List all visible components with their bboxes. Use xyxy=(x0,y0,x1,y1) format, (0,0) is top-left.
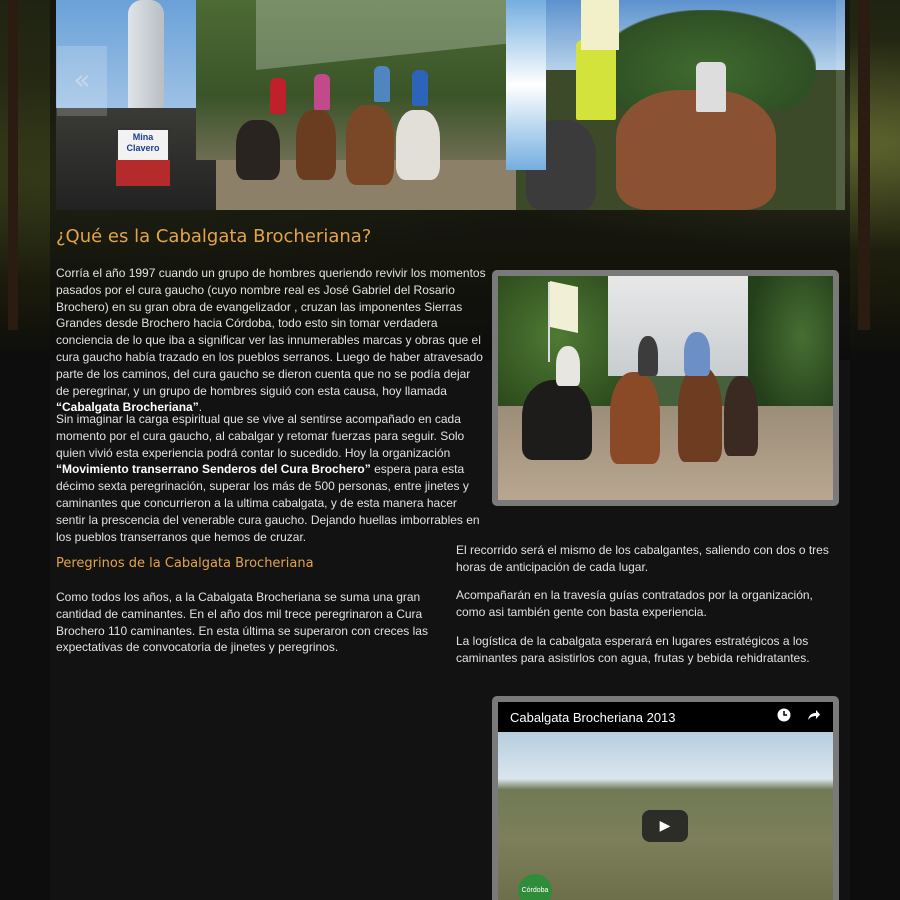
horse xyxy=(346,105,394,185)
video-title[interactable]: Cabalgata Brocheriana 2013 xyxy=(510,710,676,725)
horse xyxy=(396,110,440,180)
intro-paragraph-1: Corría el año 1997 cuando un grupo de ho… xyxy=(56,265,486,416)
intro-bold-2: “Movimiento transerrano Senderos del Cur… xyxy=(56,462,371,477)
sign-text: Mina Clavero xyxy=(126,132,160,153)
video-embed[interactable]: Cabalgata Brocheriana 2013 ▶ Córdoba xyxy=(492,696,839,900)
rider xyxy=(684,332,710,376)
cabalgata-photo xyxy=(492,270,839,506)
horse xyxy=(724,376,758,456)
clock-icon[interactable] xyxy=(777,708,795,725)
horse xyxy=(610,372,660,464)
play-icon[interactable]: ▶ xyxy=(642,810,688,842)
papal-flag xyxy=(581,0,619,50)
rider xyxy=(696,62,726,112)
slider-prev-arrow[interactable]: « xyxy=(57,46,107,116)
rider xyxy=(314,74,330,110)
horse xyxy=(236,120,280,180)
slider-next-area[interactable] xyxy=(836,0,845,210)
video-controls xyxy=(765,708,821,725)
cordoba-logo: Córdoba xyxy=(518,874,552,900)
rider xyxy=(556,346,580,386)
intro-paragraph-2: Sin imaginar la carga espiritual que se … xyxy=(56,411,486,545)
intro-text-1: Corría el año 1997 cuando un grupo de ho… xyxy=(56,266,486,398)
video-topbar: Cabalgata Brocheriana 2013 xyxy=(498,702,833,732)
guides-paragraph: Acompañarán en la travesía guías contrat… xyxy=(456,588,813,619)
page-title: ¿Qué es la Cabalgata Brocheriana? xyxy=(56,226,372,247)
sign-red-band xyxy=(116,160,170,186)
rider xyxy=(412,70,428,106)
logistics-paragraph: La logística de la cabalgata esperará en… xyxy=(456,634,810,665)
horse xyxy=(522,380,592,460)
horse xyxy=(296,110,336,180)
tree-trunk-left xyxy=(8,0,18,330)
rider-vest xyxy=(576,40,616,120)
rider xyxy=(638,336,658,376)
statue-image xyxy=(128,0,164,110)
rider xyxy=(374,66,390,102)
photo-trees-right xyxy=(748,276,833,426)
tree-trunk-right xyxy=(858,0,870,330)
argentine-flag xyxy=(506,0,546,170)
rider xyxy=(270,78,286,114)
pilgrims-paragraph: Como todos los años, a la Cabalgata Broc… xyxy=(56,590,428,655)
video-thumbnail[interactable]: ▶ Córdoba xyxy=(498,732,833,900)
intro-text-2: Sin imaginar la carga espiritual que se … xyxy=(56,412,465,460)
pilgrims-title: Peregrinos de la Cabalgata Brocheriana xyxy=(56,556,314,571)
header-slider[interactable]: Mina Clavero xyxy=(56,0,845,210)
route-paragraph: El recorrido será el mismo de los cabalg… xyxy=(456,543,829,574)
flag xyxy=(550,281,578,333)
share-icon[interactable] xyxy=(807,709,821,725)
horse xyxy=(678,366,722,462)
